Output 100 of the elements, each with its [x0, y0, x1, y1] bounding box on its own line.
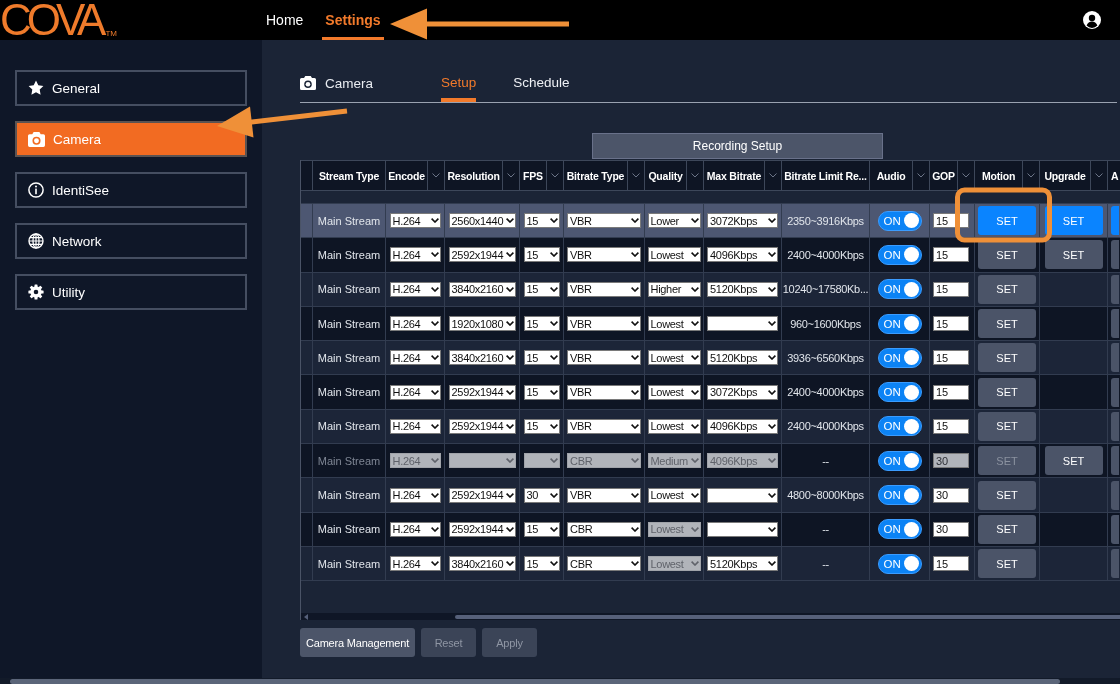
encode-dropdown[interactable]: H.264 [389, 316, 441, 332]
bitrate-type-dropdown[interactable]: CBR [567, 556, 641, 572]
partial-button[interactable] [1111, 343, 1119, 373]
max-bitrate-dropdown[interactable] [707, 521, 778, 537]
chevron-down-icon[interactable] [632, 173, 640, 178]
table-row[interactable]: Main Stream H.264 3840x2160 15 VBR Lowest 5120Kbps 3936~6560Kbps ON 15 SET [301, 341, 1120, 376]
max-bitrate-dropdown[interactable]: 5120Kbps [707, 556, 778, 572]
audio-toggle[interactable]: ON [877, 485, 922, 505]
resolution-dropdown[interactable]: 1920x1080 [448, 316, 516, 332]
resolution-dropdown[interactable]: 3840x2160 [448, 350, 516, 366]
resolution-dropdown[interactable]: 2560x1440 [448, 213, 516, 229]
set-button[interactable]: SET [1044, 240, 1103, 270]
fps-dropdown[interactable]: 15 [523, 281, 560, 297]
audio-toggle[interactable]: ON [877, 210, 922, 231]
resolution-dropdown[interactable]: 2592x1944 [448, 521, 516, 537]
horizontal-scrollbar[interactable] [301, 613, 1120, 620]
fps-dropdown[interactable]: 15 [523, 213, 560, 229]
max-bitrate-dropdown[interactable]: 3072Kbps [707, 384, 778, 400]
encode-dropdown[interactable]: H.264 [389, 418, 441, 434]
partial-button[interactable] [1111, 274, 1119, 304]
fps-dropdown[interactable]: 15 [523, 521, 560, 537]
bitrate-type-dropdown[interactable]: VBR [567, 281, 641, 297]
fps-dropdown[interactable]: 15 [523, 316, 560, 332]
tab[interactable]: Setup [441, 62, 477, 102]
gop-field[interactable]: 30 [933, 487, 969, 503]
set-button[interactable]: SET [978, 480, 1036, 510]
resolution-dropdown[interactable]: 2592x1944 [448, 384, 516, 400]
table-row[interactable]: Main Stream H.264 1920x1080 15 VBR Lowest 960~1600Kbps ON 15 SET [301, 306, 1120, 342]
partial-button[interactable] [1111, 480, 1119, 510]
bitrate-type-dropdown[interactable]: VBR [567, 418, 641, 434]
partial-button[interactable] [1111, 240, 1119, 270]
quality-dropdown[interactable]: Lowest [647, 247, 701, 263]
partial-button[interactable] [1111, 514, 1119, 544]
chevron-down-icon[interactable] [769, 173, 777, 178]
partial-button[interactable] [1111, 377, 1119, 407]
quality-dropdown[interactable]: Lowest [647, 350, 701, 366]
quality-dropdown[interactable]: Lowest [647, 418, 701, 434]
chevron-down-icon[interactable] [432, 173, 440, 178]
fps-dropdown[interactable]: 15 [523, 418, 560, 434]
quality-dropdown[interactable]: Lowest [647, 316, 701, 332]
audio-toggle[interactable]: ON [877, 416, 922, 437]
set-button[interactable]: SET [978, 274, 1036, 304]
partial-button[interactable] [1111, 549, 1119, 579]
quality-dropdown[interactable]: Higher [647, 281, 701, 297]
chevron-down-icon[interactable] [1027, 173, 1035, 178]
chevron-down-icon[interactable] [551, 173, 559, 178]
nav-link[interactable]: Home [263, 0, 307, 40]
fps-dropdown[interactable]: 15 [523, 247, 560, 263]
table-row[interactable]: Main Stream H.264 2592x1944 15 VBR Lowest 3072Kbps 2400~4000Kbps ON 15 SET [301, 375, 1120, 410]
gop-field[interactable]: 30 [933, 521, 969, 537]
resolution-dropdown[interactable]: 2592x1944 [448, 487, 516, 503]
set-button[interactable]: SET [978, 411, 1036, 441]
fps-dropdown[interactable]: 15 [523, 556, 560, 572]
chevron-down-icon[interactable] [962, 173, 970, 178]
chevron-down-icon[interactable] [917, 173, 925, 178]
audio-toggle[interactable]: ON [877, 244, 922, 265]
max-bitrate-dropdown[interactable]: 4096Kbps [707, 247, 778, 263]
set-button[interactable]: SET [978, 309, 1036, 339]
tab[interactable]: Schedule [513, 62, 570, 102]
resolution-dropdown[interactable]: 2592x1944 [448, 418, 516, 434]
audio-toggle[interactable]: ON [877, 553, 922, 574]
set-button[interactable]: SET [978, 377, 1036, 407]
table-row[interactable]: Main Stream H.264 2560x1440 15 VBR Lower 3072Kbps 2350~3916Kbps ON 15 SET SET [301, 204, 1120, 239]
bitrate-type-dropdown[interactable]: VBR [567, 247, 641, 263]
resolution-dropdown[interactable]: 3840x2160 [448, 281, 516, 297]
quality-dropdown[interactable]: Lower [647, 213, 701, 229]
gop-field[interactable]: 15 [933, 384, 969, 400]
sidebar-item[interactable]: Network [15, 223, 247, 259]
quality-dropdown[interactable]: Lowest [647, 384, 701, 400]
encode-dropdown[interactable]: H.264 [389, 521, 441, 537]
page-scrollbar[interactable] [0, 678, 1120, 684]
chevron-down-icon[interactable] [507, 173, 515, 178]
gop-field[interactable]: 15 [933, 418, 969, 434]
max-bitrate-dropdown[interactable]: 5120Kbps [707, 281, 778, 297]
bitrate-type-dropdown[interactable]: VBR [567, 316, 641, 332]
sidebar-item[interactable]: Utility [15, 274, 247, 310]
max-bitrate-dropdown[interactable]: 4096Kbps [707, 418, 778, 434]
max-bitrate-dropdown[interactable]: 3072Kbps [707, 213, 778, 229]
table-row[interactable]: Main Stream H.264 2592x1944 15 VBR Lowest 4096Kbps 2400~4000Kbps ON 15 SET [301, 409, 1120, 445]
sidebar-item[interactable]: IdentiSee [15, 172, 247, 208]
partial-button[interactable] [1111, 309, 1119, 339]
encode-dropdown[interactable]: H.264 [389, 487, 441, 503]
set-button[interactable]: SET [978, 343, 1036, 373]
fps-dropdown[interactable]: 30 [523, 487, 560, 503]
table-row[interactable]: Main Stream H.264 3840x2160 15 VBR Higher 5120Kbps 10240~17580Kb... ON 15 SET [301, 272, 1120, 307]
gop-field[interactable]: 15 [933, 247, 969, 263]
fps-dropdown[interactable]: 15 [523, 384, 560, 400]
audio-toggle[interactable]: ON [877, 347, 922, 368]
max-bitrate-dropdown[interactable]: 5120Kbps [707, 350, 778, 366]
quality-dropdown[interactable]: Lowest [647, 487, 701, 503]
encode-dropdown[interactable]: H.264 [389, 247, 441, 263]
audio-toggle[interactable]: ON [877, 279, 922, 300]
user-icon[interactable] [1083, 11, 1101, 29]
set-button[interactable]: SET [1044, 206, 1103, 236]
fps-dropdown[interactable]: 15 [523, 350, 560, 366]
audio-toggle[interactable]: ON [877, 382, 922, 403]
bitrate-type-dropdown[interactable]: VBR [567, 384, 641, 400]
set-button[interactable]: SET [978, 549, 1036, 579]
encode-dropdown[interactable]: H.264 [389, 281, 441, 297]
gop-field[interactable]: 15 [933, 350, 969, 366]
